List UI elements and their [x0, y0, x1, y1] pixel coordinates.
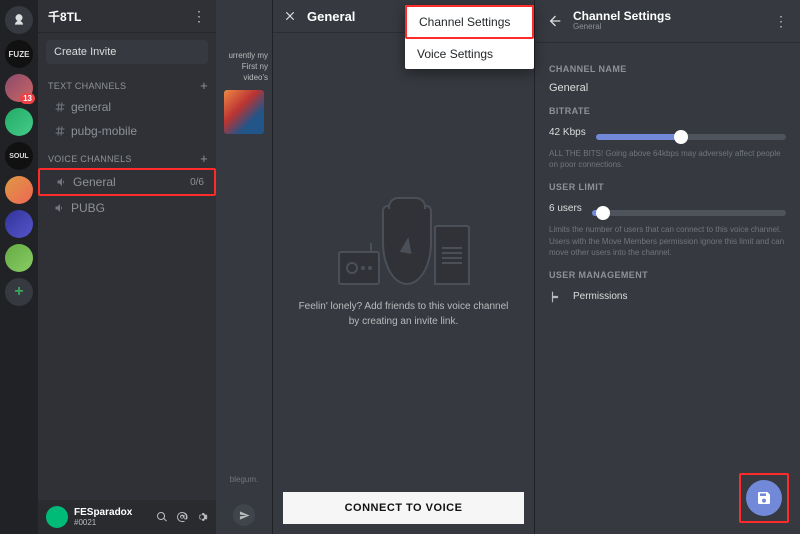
send-icon: [239, 510, 250, 521]
voice-channel-general[interactable]: General 0/6: [38, 168, 216, 196]
server-soul-label: SOUL: [9, 153, 28, 160]
user-avatar[interactable]: [46, 506, 68, 528]
save-highlight: [739, 473, 789, 523]
channel-name-value[interactable]: General: [549, 82, 786, 94]
settings-panel: Channel Settings General ⋮ CHANNEL NAME …: [534, 0, 800, 534]
voice-header: General Channel Settings Voice Settings: [273, 0, 534, 32]
text-channels-section[interactable]: TEXT CHANNELS +: [38, 70, 216, 95]
speaker-icon: [54, 202, 66, 214]
peek-text: urrently my First ny video's: [216, 32, 272, 84]
add-server-button[interactable]: +: [5, 278, 33, 306]
voice-channels-label: VOICE CHANNELS: [48, 154, 132, 164]
text-channel-general[interactable]: general: [38, 95, 216, 119]
server-menu-icon[interactable]: ⋮: [192, 8, 206, 25]
menu-channel-settings[interactable]: Channel Settings: [405, 5, 534, 39]
settings-body: CHANNEL NAME General BITRATE 42 Kbps ALL…: [535, 42, 800, 314]
permissions-label: Permissions: [573, 291, 627, 302]
server-avatar-3[interactable]: [5, 176, 33, 204]
hash-icon: [54, 125, 66, 137]
settings-subtitle: General: [573, 23, 671, 32]
user-info: FESparadox #0021: [74, 507, 132, 527]
server-header[interactable]: 千8TL ⋮: [38, 0, 216, 32]
text-channels-label: TEXT CHANNELS: [48, 81, 126, 91]
username: FESparadox: [74, 507, 132, 518]
server-name: 千8TL: [48, 8, 81, 25]
bitrate-help: ALL THE BITS! Going above 64kbps may adv…: [549, 148, 786, 170]
peek-bottom-text: blegum.: [230, 475, 258, 504]
channel-name-label: CHANNEL NAME: [549, 64, 786, 74]
settings-header: Channel Settings General ⋮: [535, 0, 800, 42]
channel-list: 千8TL ⋮ Create Invite TEXT CHANNELS + gen…: [38, 0, 216, 534]
back-icon[interactable]: [547, 13, 563, 29]
gear-icon[interactable]: [196, 511, 208, 523]
settings-menu-icon[interactable]: ⋮: [774, 13, 788, 30]
voice-panel: General Channel Settings Voice Settings …: [272, 0, 534, 534]
user-limit-value: 6 users: [549, 203, 582, 214]
speaker-icon: [56, 176, 68, 188]
mention-icon[interactable]: [176, 511, 188, 523]
add-text-channel-icon[interactable]: +: [200, 78, 208, 93]
home-server-icon[interactable]: [5, 6, 33, 34]
channel-label: General: [73, 175, 116, 189]
user-limit-label: USER LIMIT: [549, 182, 786, 192]
server-rail: FUZE 13 SOUL +: [0, 0, 38, 534]
user-management-label: USER MANAGEMENT: [549, 270, 786, 280]
send-button[interactable]: [233, 504, 255, 526]
channel-user-count: 0/6: [190, 177, 204, 188]
server-fuze[interactable]: FUZE: [5, 40, 33, 68]
bitrate-value: 42 Kbps: [549, 127, 586, 138]
create-invite-button[interactable]: Create Invite: [46, 40, 208, 64]
menu-voice-settings[interactable]: Voice Settings: [405, 39, 534, 69]
channel-label: PUBG: [71, 201, 105, 215]
voice-empty-text: Feelin' lonely? Add friends to this voic…: [293, 299, 514, 329]
voice-body: Feelin' lonely? Add friends to this voic…: [273, 32, 534, 482]
server-avatar-2[interactable]: [5, 108, 33, 136]
user-footer: FESparadox #0021: [38, 500, 216, 534]
voice-channel-title: General: [307, 9, 355, 24]
channel-label: pubg-mobile: [71, 124, 137, 138]
server-avatar-5[interactable]: [5, 244, 33, 272]
voice-channel-pubg[interactable]: PUBG: [38, 196, 216, 220]
server-soul[interactable]: SOUL: [5, 142, 33, 170]
voice-illustration: [329, 175, 479, 285]
bitrate-slider[interactable]: [596, 134, 786, 140]
text-channel-pubg[interactable]: pubg-mobile: [38, 119, 216, 143]
search-icon[interactable]: [156, 511, 168, 523]
user-tag: #0021: [74, 518, 132, 527]
add-voice-channel-icon[interactable]: +: [200, 151, 208, 166]
connect-voice-button[interactable]: CONNECT TO VOICE: [283, 492, 524, 524]
server-avatar-1[interactable]: 13: [5, 74, 33, 102]
peek-image: [224, 90, 264, 134]
close-icon[interactable]: [283, 9, 297, 23]
chat-peek: urrently my First ny video's blegum.: [216, 0, 272, 534]
hash-icon: [54, 101, 66, 113]
permissions-row[interactable]: Permissions: [549, 290, 786, 304]
channel-label: general: [71, 100, 111, 114]
voice-channels-section[interactable]: VOICE CHANNELS +: [38, 143, 216, 168]
bitrate-label: BITRATE: [549, 106, 786, 116]
server-avatar-4[interactable]: [5, 210, 33, 238]
server-badge: 13: [20, 93, 35, 104]
server-fuze-label: FUZE: [9, 50, 30, 59]
flag-icon: [549, 290, 563, 304]
user-limit-help: Limits the number of users that can conn…: [549, 224, 786, 258]
context-menu: Channel Settings Voice Settings: [405, 5, 534, 69]
user-limit-slider[interactable]: [592, 210, 786, 216]
